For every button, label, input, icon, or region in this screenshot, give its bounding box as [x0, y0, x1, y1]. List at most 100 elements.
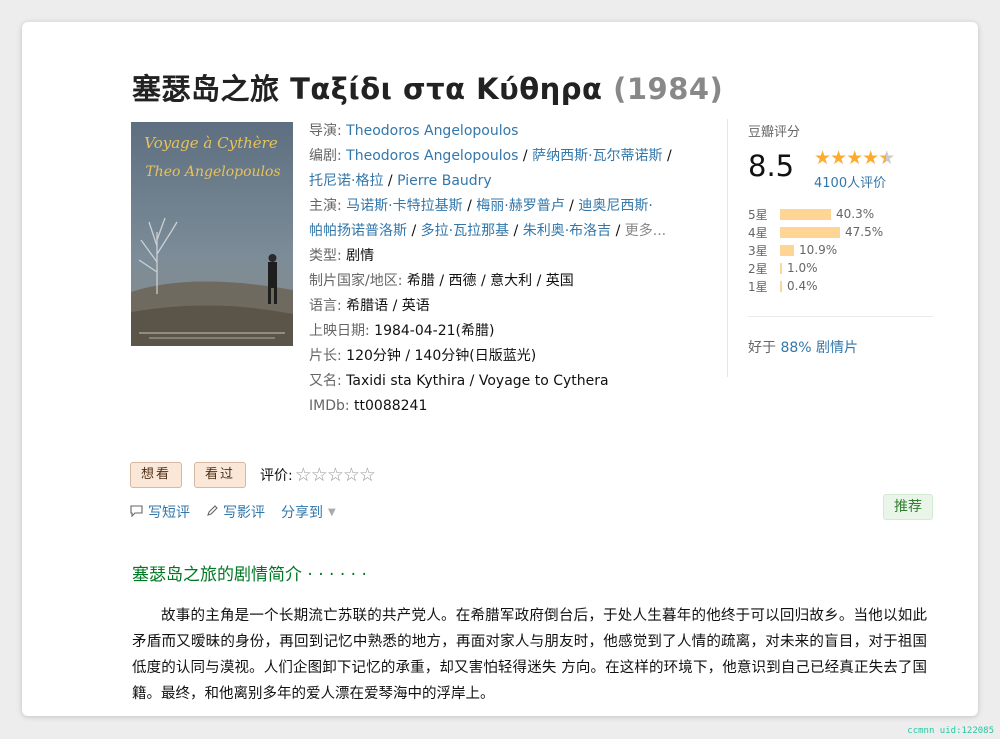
better-than-link[interactable]: 88% 剧情片 [780, 340, 858, 356]
rating-bar [780, 280, 782, 292]
rating-bar-label: 2星 [748, 261, 768, 276]
info-release: 上映日期: 1984-04-21(希腊) [309, 319, 709, 344]
info-aka: 又名: Taxidi sta Kythira / Voyage to Cythe… [309, 369, 709, 394]
poster-image: Voyage à Cythère Theo Angelopoulos [131, 122, 293, 346]
release-value: 1984-04-21(希腊) [374, 323, 495, 339]
rating-bar-percent: 47.5% [845, 225, 884, 239]
rating-bar-label: 5星 [748, 207, 768, 222]
poster-title-text: Voyage à Cythère [144, 134, 278, 152]
cast-link[interactable]: 梅丽·赫罗普卢 [476, 198, 564, 214]
chevron-down-icon[interactable]: ▼ [328, 507, 336, 518]
half-star-icon: ★ [878, 147, 895, 169]
comment-icon [130, 504, 143, 520]
better-than: 好于 88% 剧情片 [748, 337, 858, 357]
watermark: ccmnn uid:122085 [907, 726, 994, 736]
cast-link[interactable]: 多拉·瓦拉那基 [421, 223, 509, 239]
info-cast-cont: 帕帕扬诺普洛斯 / 多拉·瓦拉那基 / 朱利奥·布洛吉 / 更多... [309, 219, 709, 244]
want-to-watch-button[interactable]: 想看 [130, 462, 183, 488]
more-cast-link[interactable]: 更多... [625, 223, 666, 239]
info-writers-cont: 托尼诺·格拉 / Pierre Baudry [309, 169, 709, 194]
recommend-button[interactable]: 推荐 [883, 494, 933, 520]
rating-bar-row: 3星 10.9% [748, 241, 883, 259]
info-country: 制片国家/地区: 希腊 / 西德 / 意大利 / 英国 [309, 269, 709, 294]
separator: / [611, 223, 625, 239]
info-language: 语言: 希腊语 / 英语 [309, 294, 709, 319]
rating-stars: ★★★★★ [814, 147, 895, 169]
rating-bar-label: 1星 [748, 279, 768, 294]
aka-value: Taxidi sta Kythira / Voyage to Cythera [346, 373, 609, 389]
release-label: 上映日期: [309, 323, 375, 339]
info-cast: 主演: 马诺斯·卡特拉基斯 / 梅丽·赫罗普卢 / 迪奥尼西斯· [309, 194, 709, 219]
synopsis-heading: 塞瑟岛之旅的剧情简介 · · · · · · [132, 565, 367, 585]
writer-link[interactable]: Theodoros Angelopoulos [346, 148, 518, 164]
country-label: 制片国家/地区: [309, 273, 407, 289]
review-links: 写短评 写影评 分享到 ▼ [130, 502, 336, 522]
synopsis-text: 故事的主角是一个长期流亡苏联的共产党人。在希腊军政府倒台后，于处人生暮年的他终于… [132, 608, 927, 702]
cast-link[interactable]: 朱利奥·布洛吉 [523, 223, 611, 239]
star-icon: ★ [846, 147, 863, 169]
write-review-link[interactable]: 写影评 [223, 502, 265, 522]
rating-heading: 豆瓣评分 [748, 125, 801, 140]
cast-link[interactable]: 迪奥尼西斯· [578, 198, 652, 214]
cast-link[interactable]: 帕帕扬诺普洛斯 [309, 223, 407, 239]
rating-bar-row: 5星 40.3% [748, 205, 883, 223]
separator: / [383, 173, 398, 189]
genre-label: 类型: [309, 248, 347, 264]
write-short-review-link[interactable]: 写短评 [148, 502, 190, 522]
separator: / [564, 198, 579, 214]
action-bar: 想看 看过 评价: ☆☆☆☆☆ [130, 462, 376, 488]
page-title: 塞瑟岛之旅 Ταξίδι στα Κύθηρα (1984) [132, 66, 723, 108]
writer-link[interactable]: Pierre Baudry [397, 173, 492, 189]
share-link[interactable]: 分享到 [281, 502, 323, 522]
rating-bar [780, 262, 782, 274]
cast-label: 主演: [309, 198, 347, 214]
rating-count-link[interactable]: 4100人评价 [814, 172, 886, 191]
rate-stars-input[interactable]: ☆☆☆☆☆ [295, 464, 376, 486]
writers-label: 编剧: [309, 148, 347, 164]
rating-bar [780, 244, 794, 256]
separator: / [462, 198, 477, 214]
country-value: 希腊 / 西德 / 意大利 / 英国 [406, 273, 574, 289]
director-link[interactable]: Theodoros Angelopoulos [346, 123, 518, 139]
separator: / [518, 148, 533, 164]
star-icon: ★ [814, 147, 831, 169]
rating-bar-row: 1星 0.4% [748, 277, 883, 295]
rating-bar-row: 2星 1.0% [748, 259, 883, 277]
cast-link[interactable]: 马诺斯·卡特拉基斯 [346, 198, 462, 214]
aka-label: 又名: [309, 373, 347, 389]
imdb-value: tt0088241 [354, 398, 428, 414]
director-label: 导演: [309, 123, 347, 139]
info-director: 导演: Theodoros Angelopoulos [309, 119, 709, 144]
info-writers: 编剧: Theodoros Angelopoulos / 萨纳西斯·瓦尔蒂诺斯 … [309, 144, 709, 169]
rating-bar [780, 226, 840, 238]
separator: / [662, 148, 672, 164]
info-genre: 类型: 剧情 [309, 244, 709, 269]
rating-bar-percent: 1.0% [787, 261, 818, 275]
rating-bar-label: 4星 [748, 225, 768, 240]
movie-title: 塞瑟岛之旅 Ταξίδι στα Κύθηρα [132, 72, 603, 106]
rating-bar-percent: 40.3% [836, 207, 875, 221]
rating-distribution: 5星 40.3% 4星 47.5% 3星 10.9% 2星 1.0% 1星 0.4% [748, 205, 883, 295]
imdb-label: IMDb: [309, 398, 355, 414]
writer-link[interactable]: 萨纳西斯·瓦尔蒂诺斯 [532, 148, 662, 164]
info-runtime: 片长: 120分钟 / 140分钟(日版蓝光) [309, 344, 709, 369]
movie-card: 塞瑟岛之旅 Ταξίδι στα Κύθηρα (1984) Voyage à … [22, 22, 978, 716]
separator: / [407, 223, 421, 239]
movie-poster[interactable]: Voyage à Cythère Theo Angelopoulos [131, 122, 293, 346]
star-icon: ★ [830, 147, 847, 169]
writer-link[interactable]: 托尼诺·格拉 [309, 173, 383, 189]
movie-info: 导演: Theodoros Angelopoulos 编剧: Theodoros… [309, 119, 709, 419]
rating-bar-label: 3星 [748, 243, 768, 258]
pencil-icon [206, 504, 218, 520]
language-value: 希腊语 / 英语 [346, 298, 430, 314]
rating-bar-percent: 10.9% [799, 243, 838, 257]
language-label: 语言: [309, 298, 347, 314]
watched-button[interactable]: 看过 [194, 462, 247, 488]
separator: / [509, 223, 523, 239]
divider [748, 316, 933, 317]
better-prefix: 好于 [748, 340, 781, 356]
runtime-label: 片长: [309, 348, 347, 364]
rating-bar [780, 208, 831, 220]
star-icon: ★ [862, 147, 879, 169]
rating-bar-percent: 0.4% [787, 279, 818, 293]
